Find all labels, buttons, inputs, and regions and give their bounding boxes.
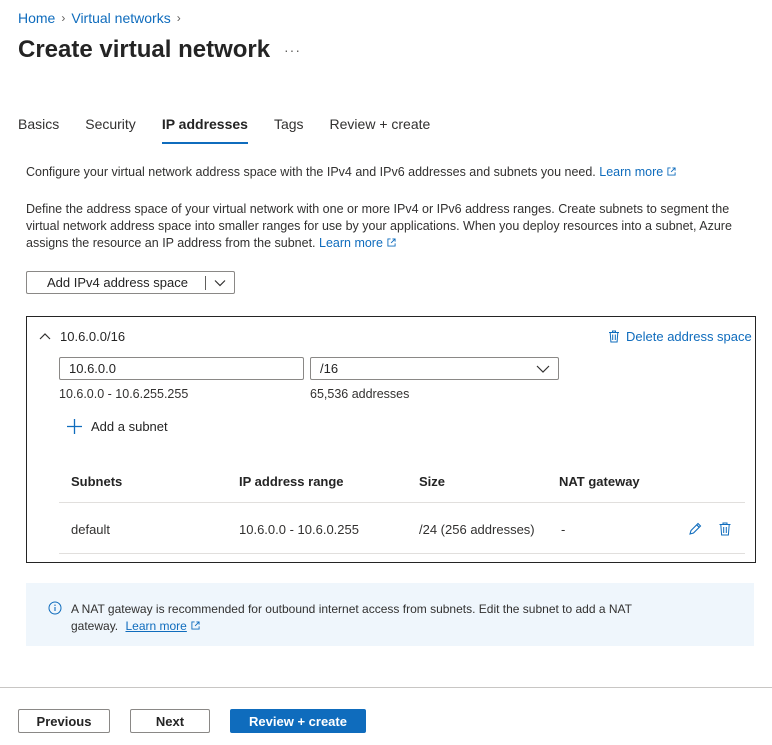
split-divider <box>205 275 206 290</box>
column-header-nat-gateway: NAT gateway <box>559 474 640 489</box>
address-prefix-select[interactable]: /16 <box>310 357 559 380</box>
external-link-icon <box>387 238 396 247</box>
external-link-icon <box>667 167 676 176</box>
breadcrumb-virtual-networks-link[interactable]: Virtual networks <box>71 10 170 26</box>
review-create-button[interactable]: Review + create <box>230 709 366 733</box>
tab-security[interactable]: Security <box>85 116 136 144</box>
address-space-input-value: 10.6.0.0 <box>69 361 116 376</box>
info-learn-more-link[interactable]: Learn more <box>125 619 200 633</box>
chevron-right-icon: › <box>176 11 181 25</box>
tab-bar: Basics Security IP addresses Tags Review… <box>18 116 456 144</box>
address-space-input[interactable]: 10.6.0.0 <box>59 357 304 380</box>
subnet-name-link[interactable]: default <box>71 522 110 537</box>
footer-divider <box>0 687 772 688</box>
edit-pencil-icon[interactable] <box>687 521 703 537</box>
trash-icon <box>609 330 619 343</box>
subnet-size: /24 (256 addresses) <box>419 522 535 537</box>
next-button[interactable]: Next <box>130 709 210 733</box>
tab-ip-addresses[interactable]: IP addresses <box>161 116 249 144</box>
plus-icon <box>67 419 82 434</box>
tab-tags[interactable]: Tags <box>274 116 304 144</box>
add-subnet-label: Add a subnet <box>91 419 168 434</box>
delete-address-space-label: Delete address space <box>626 329 752 344</box>
address-space-panel <box>26 316 756 563</box>
subnet-ip-range: 10.6.0.0 - 10.6.0.255 <box>239 522 359 537</box>
trash-icon[interactable] <box>717 521 733 537</box>
add-ipv4-address-space-label: Add IPv4 address space <box>47 275 188 290</box>
intro-paragraph-1: Configure your virtual network address s… <box>26 164 756 181</box>
info-icon <box>48 601 62 615</box>
more-options-icon[interactable]: ··· <box>284 42 301 58</box>
intro-paragraph-2: Define the address space of your virtual… <box>26 201 756 252</box>
address-prefix-value: /16 <box>320 361 339 376</box>
delete-address-space-button[interactable]: Delete address space <box>608 329 752 344</box>
chevron-down-icon <box>536 365 550 373</box>
nat-gateway-info-text: A NAT gateway is recommended for outboun… <box>71 601 671 635</box>
chevron-up-icon <box>39 332 51 339</box>
learn-more-link[interactable]: Learn more <box>599 165 676 179</box>
subnet-nat-gateway: - <box>561 522 566 537</box>
breadcrumb: Home › Virtual networks › <box>18 10 181 26</box>
tab-review-create[interactable]: Review + create <box>330 116 431 144</box>
table-header-divider <box>59 502 745 503</box>
column-header-ip-range: IP address range <box>239 474 344 489</box>
previous-button[interactable]: Previous <box>18 709 110 733</box>
intro-text-1: Configure your virtual network address s… <box>26 165 596 179</box>
address-range-text: 10.6.0.0 - 10.6.255.255 <box>59 387 189 401</box>
learn-more-link[interactable]: Learn more <box>319 236 396 250</box>
external-link-icon <box>191 621 200 630</box>
add-ipv4-address-space-button[interactable]: Add IPv4 address space <box>26 271 235 294</box>
breadcrumb-home-link[interactable]: Home <box>18 10 55 26</box>
column-header-subnets: Subnets <box>71 474 123 489</box>
column-header-size: Size <box>419 474 446 489</box>
address-space-header[interactable]: 10.6.0.0/16 <box>38 329 125 344</box>
page-title: Create virtual network <box>18 36 271 63</box>
chevron-right-icon: › <box>61 11 66 25</box>
table-row-divider <box>59 553 745 554</box>
address-space-name: 10.6.0.0/16 <box>60 329 126 344</box>
address-count-text: 65,536 addresses <box>310 387 410 401</box>
chevron-down-icon[interactable] <box>214 279 226 287</box>
tab-basics[interactable]: Basics <box>18 116 59 144</box>
add-subnet-button[interactable]: Add a subnet <box>66 418 168 435</box>
